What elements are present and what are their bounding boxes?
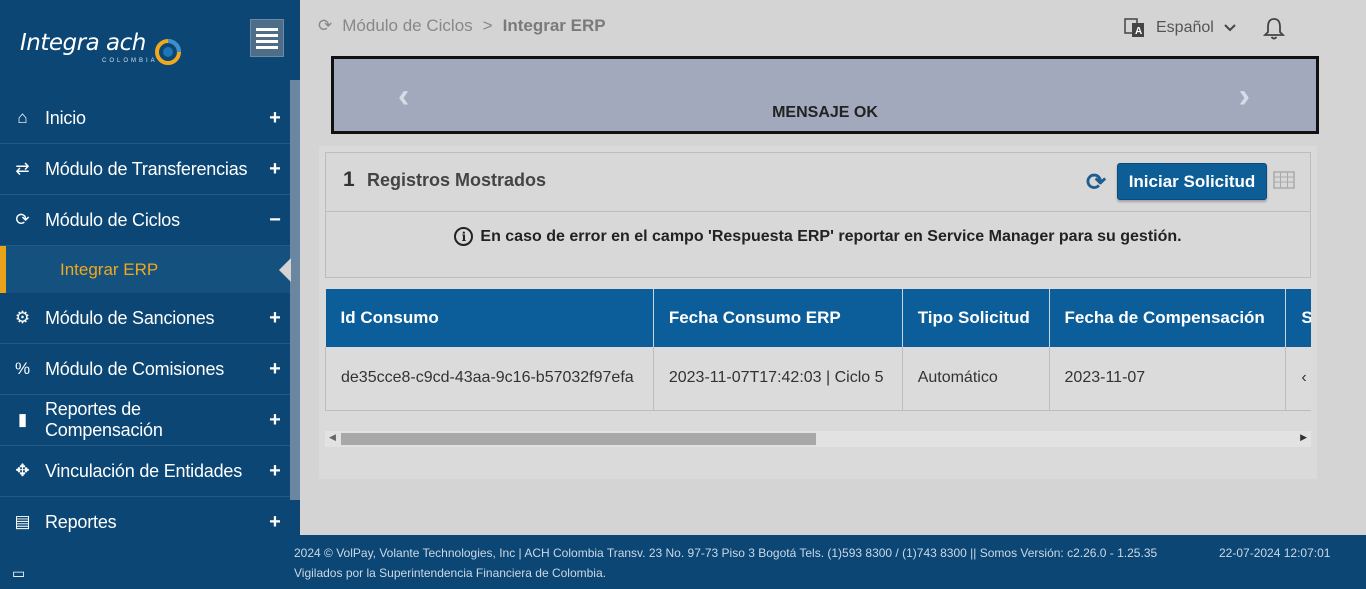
table-grid-icon[interactable]	[1273, 171, 1295, 189]
sidebar-subitem-label: Integrar ERP	[60, 259, 159, 279]
sidebar-item-transferencias[interactable]: ⇄ Módulo de Transferencias +	[0, 144, 290, 195]
expand-icon: +	[269, 510, 281, 533]
carousel-next-button[interactable]: ›	[1239, 77, 1250, 116]
carousel-message: MENSAJE OK	[772, 104, 878, 121]
sidebar-item-label: Reportes	[45, 511, 117, 532]
sidebar-item-label: Inicio	[45, 107, 86, 128]
footer-regulator: Vigilados por la Superintendencia Financ…	[294, 566, 606, 580]
translate-icon: A	[1124, 18, 1144, 37]
logo-ring-icon	[155, 39, 181, 65]
notifications-button[interactable]	[1262, 16, 1286, 45]
exchange-icon: ⇄	[15, 159, 30, 178]
expand-icon: +	[269, 106, 281, 129]
table-horizontal-scrollbar[interactable]: ◀ ▶	[325, 431, 1311, 447]
expand-icon: +	[269, 459, 281, 482]
sidebar-item-label: Módulo de Comisiones	[45, 358, 225, 379]
footer-copyright: 2024 © VolPay, Volante Technologies, Inc…	[294, 546, 1158, 560]
breadcrumb-parent[interactable]: Módulo de Ciclos	[342, 16, 472, 36]
panel-header: 1 Registros Mostrados ⟳ Iniciar Solicitu…	[325, 152, 1311, 212]
column-header-tipo-solicitud[interactable]: Tipo Solicitud	[902, 289, 1050, 347]
crosshair-icon: ✥	[15, 461, 30, 480]
records-panel: 1 Registros Mostrados ⟳ Iniciar Solicitu…	[319, 146, 1317, 479]
expand-icon: +	[269, 357, 281, 380]
breadcrumb: ⟳ Módulo de Ciclos > Integrar ERP	[318, 16, 606, 36]
sidebar-item-label: Módulo de Sanciones	[45, 307, 215, 328]
column-header-fecha-consumo[interactable]: Fecha Consumo ERP	[653, 289, 903, 347]
document-icon: ▤	[14, 512, 31, 531]
sidebar-nav: ⌂ Inicio + ⇄ Módulo de Transferencias + …	[0, 93, 291, 535]
language-label: Español	[1156, 19, 1214, 36]
notice-text: En caso de error en el campo 'Respuesta …	[480, 227, 1182, 245]
start-request-button[interactable]: Iniciar Solicitud	[1117, 163, 1267, 200]
info-icon: i	[454, 227, 474, 246]
sidebar-scrollbar[interactable]	[290, 80, 300, 500]
records-count: 1	[343, 168, 355, 191]
refresh-icon: ⟳	[15, 210, 30, 229]
expand-icon: +	[269, 306, 281, 329]
expand-icon: +	[269, 408, 281, 431]
sidebar-item-vinculacion[interactable]: ✥ Vinculación de Entidades +	[0, 446, 290, 497]
brand-name: Integra ach	[20, 30, 146, 56]
sidebar-item-reportes-compensacion[interactable]: ▮ Reportes de Compensación +	[0, 395, 290, 446]
language-selector[interactable]: A Español	[1124, 17, 1236, 39]
scroll-left-icon[interactable]: ◀	[329, 432, 336, 443]
refresh-icon: ⟳	[318, 16, 333, 35]
column-header-truncated[interactable]: S	[1285, 289, 1311, 347]
sidebar-item-reportes[interactable]: ▤ Reportes +	[0, 497, 290, 535]
footer-datetime: 22-07-2024 12:07:01	[1219, 546, 1331, 560]
footer: ▭ 2024 © VolPay, Volante Technologies, I…	[0, 535, 1366, 589]
expand-icon: +	[269, 157, 281, 180]
table-cell: 2023-11-07T17:42:03 | Ciclo 5	[653, 347, 903, 411]
brand-sub: COLOMBIA	[102, 58, 158, 64]
scrollbar-thumb[interactable]	[341, 433, 816, 445]
table-row[interactable]: de35cce8-c9cd-43aa-9c16-b57032f97efa 202…	[325, 347, 1311, 411]
table-cell: Automático	[902, 347, 1050, 411]
table-cell[interactable]: ‹	[1285, 347, 1311, 411]
table-cell: 2023-11-07	[1049, 347, 1287, 411]
svg-text:A: A	[1135, 26, 1142, 37]
sidebar-item-label: Vinculación de Entidades	[45, 460, 243, 481]
active-pointer	[279, 258, 291, 282]
brand-logo[interactable]: Integra ach COLOMBIA	[20, 30, 181, 65]
data-table: Id Consumo Fecha Consumo ERP Tipo Solici…	[325, 289, 1311, 411]
sidebar-item-ciclos[interactable]: ⟳ Módulo de Ciclos −	[0, 195, 290, 246]
sidebar-item-comisiones[interactable]: % Módulo de Comisiones +	[0, 344, 290, 395]
table-cell: de35cce8-c9cd-43aa-9c16-b57032f97efa	[325, 347, 654, 411]
collapse-icon: −	[269, 208, 281, 231]
file-icon: ▮	[17, 410, 28, 429]
notice-box: i En caso de error en el campo 'Respuest…	[325, 212, 1311, 278]
refresh-button[interactable]: ⟳	[1086, 168, 1106, 197]
column-header-id-consumo[interactable]: Id Consumo	[325, 289, 654, 347]
breadcrumb-separator: >	[482, 16, 493, 35]
percent-icon: %	[14, 359, 31, 378]
sidebar-partial-icon: ▭	[12, 565, 26, 581]
gear-icon: ⚙	[14, 308, 31, 327]
chevron-down-icon	[1224, 24, 1236, 32]
message-carousel: ‹ MENSAJE OK ›	[331, 56, 1319, 134]
menu-toggle-button[interactable]	[250, 19, 284, 57]
column-header-fecha-compensacion[interactable]: Fecha de Compensación	[1049, 289, 1287, 347]
home-icon: ⌂	[17, 108, 28, 127]
sidebar-item-label: Módulo de Transferencias	[45, 158, 248, 179]
data-table-wrapper: Id Consumo Fecha Consumo ERP Tipo Solici…	[325, 289, 1311, 411]
bell-icon	[1262, 18, 1286, 40]
sidebar-item-label: Reportes de Compensación	[45, 399, 163, 440]
sidebar-item-sanciones[interactable]: ⚙ Módulo de Sanciones +	[0, 293, 290, 344]
sidebar-item-label: Módulo de Ciclos	[45, 209, 180, 230]
sidebar: Integra ach COLOMBIA ⌂ Inicio + ⇄ Módulo…	[0, 0, 300, 535]
records-label: Registros Mostrados	[367, 170, 547, 190]
scroll-right-icon[interactable]: ▶	[1300, 432, 1307, 443]
breadcrumb-current: Integrar ERP	[502, 16, 606, 35]
sidebar-subitem-integrar-erp[interactable]: Integrar ERP	[0, 246, 291, 293]
sidebar-item-inicio[interactable]: ⌂ Inicio +	[0, 93, 290, 144]
